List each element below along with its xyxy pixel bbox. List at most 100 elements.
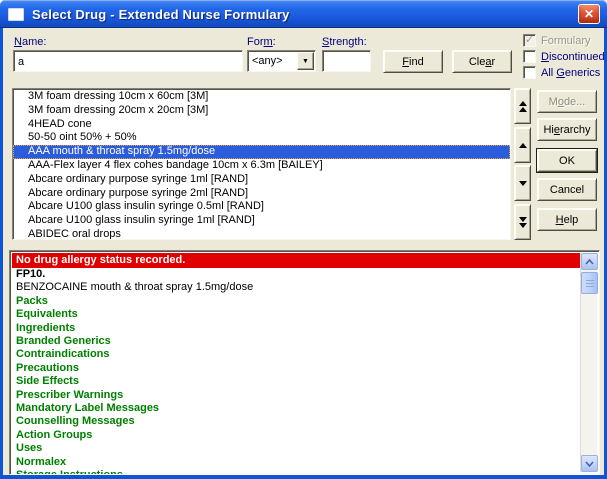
scroll-to-top-button[interactable] [514, 88, 531, 124]
detail-links: Packs Equivalents Ingredients Branded Ge… [12, 295, 580, 475]
select-drug-dialog: Select Drug - Extended Nurse Formulary ✕… [0, 0, 607, 479]
cancel-button[interactable]: Cancel [537, 178, 597, 201]
scroll-down-button[interactable] [514, 165, 531, 201]
drug-list-item-label: 3M foam dressing 10cm x 60cm [3M] [28, 90, 208, 102]
hierarchy-button[interactable]: Hierarchy [537, 118, 597, 141]
detail-link-label: Equivalents [16, 308, 78, 320]
detail-link[interactable]: Ingredients [12, 322, 580, 335]
name-input[interactable] [13, 50, 243, 72]
detail-link[interactable]: Precautions [12, 362, 580, 375]
discontinued-checkbox[interactable] [523, 50, 536, 63]
app-icon [8, 8, 24, 21]
detail-link[interactable]: Packs [12, 295, 580, 308]
drug-list-item-label: 3M foam dressing 20cm x 20cm [3M] [28, 104, 208, 116]
drug-list-item-label: Abcare ordinary purpose syringe 1ml [RAN… [28, 173, 248, 185]
drug-list-item-label: AAA-Flex layer 4 flex cohes bandage 10cm… [28, 159, 323, 171]
drug-list-item-label: AAA mouth & throat spray 1.5mg/dose [28, 145, 215, 157]
drug-list-item[interactable]: ABIDEC oral drops [13, 228, 510, 240]
allergy-alert-text: No drug allergy status recorded. [16, 254, 185, 266]
drug-list-item-label: Abcare ordinary purpose syringe 2ml [RAN… [28, 187, 248, 199]
drug-list-item-label: Abcare U100 glass insulin syringe 0.5ml … [28, 200, 264, 212]
drug-list-item-label: ABIDEC oral drops [28, 228, 121, 240]
scroll-up-button[interactable] [514, 127, 531, 163]
all-generics-checkbox-label: All Generics [541, 67, 600, 79]
detail-link-label: Prescriber Warnings [16, 389, 123, 401]
drug-list-item[interactable]: Abcare ordinary purpose syringe 1ml [RAN… [13, 173, 510, 187]
double-up-arrow-icon [519, 101, 527, 112]
detail-link[interactable]: Counselling Messages [12, 415, 580, 428]
detail-link[interactable]: Mandatory Label Messages [12, 402, 580, 415]
window-title: Select Drug - Extended Nurse Formulary [32, 7, 290, 22]
formulary-checkbox-label: Formulary [541, 35, 591, 47]
drug-list-item[interactable]: 4HEAD cone [13, 118, 510, 132]
detail-link-label: Normalex [16, 456, 66, 468]
allergy-alert-bar: No drug allergy status recorded. [12, 253, 580, 268]
find-button[interactable]: Find [383, 50, 443, 73]
strength-input[interactable] [322, 50, 371, 72]
drug-list-item-label: Abcare U100 glass insulin syringe 1ml [R… [28, 214, 255, 226]
prescription-type: FP10. [12, 268, 580, 281]
detail-link[interactable]: Side Effects [12, 375, 580, 388]
drug-list-item-label: 4HEAD cone [28, 118, 92, 130]
drug-list-item[interactable]: AAA-Flex layer 4 flex cohes bandage 10cm… [13, 159, 510, 173]
drug-list[interactable]: 3M foam dressing 10cm x 60cm [3M] 3M foa… [12, 88, 511, 240]
name-label: Name: [14, 36, 46, 48]
detail-link-label: Packs [16, 295, 48, 307]
chevron-down-icon [585, 461, 594, 467]
drug-list-item[interactable]: Abcare U100 glass insulin syringe 0.5ml … [13, 200, 510, 214]
all-generics-checkbox[interactable] [523, 66, 536, 79]
drug-details-content: FP10. BENZOCAINE mouth & throat spray 1.… [12, 268, 580, 475]
detail-link-label: Mandatory Label Messages [16, 402, 159, 414]
detail-link-label: Counselling Messages [16, 415, 135, 427]
drug-list-item[interactable]: Abcare U100 glass insulin syringe 1ml [R… [13, 214, 510, 228]
strength-label: Strength: [322, 36, 367, 48]
detail-link[interactable]: Storage Instructions [12, 469, 580, 475]
down-arrow-icon [519, 181, 527, 186]
drug-list-item[interactable]: 3M foam dressing 20cm x 20cm [3M] [13, 104, 510, 118]
help-button[interactable]: Help [537, 208, 597, 231]
ok-button[interactable]: OK [537, 149, 597, 172]
form-dropdown-value: <any> [252, 55, 283, 67]
check-icon: ✓ [525, 35, 534, 46]
detail-link-label: Side Effects [16, 375, 79, 387]
detail-link-label: Branded Generics [16, 335, 111, 347]
drug-list-item[interactable]: Abcare ordinary purpose syringe 2ml [RAN… [13, 187, 510, 201]
scroll-to-bottom-button[interactable] [514, 204, 531, 240]
clear-button[interactable]: Clear [452, 50, 512, 73]
chevron-up-icon [585, 259, 594, 265]
detail-link[interactable]: Normalex [12, 456, 580, 469]
form-dropdown-button[interactable]: ▼ [297, 52, 314, 70]
close-icon: ✕ [584, 7, 594, 21]
drug-list-item-label: 50-50 oint 50% + 50% [28, 131, 137, 143]
scrollbar-grip-icon [586, 280, 594, 287]
detail-link[interactable]: Branded Generics [12, 335, 580, 348]
detail-link-label: Precautions [16, 362, 79, 374]
detail-link[interactable]: Contraindications [12, 348, 580, 361]
discontinued-checkbox-label: Discontinued [541, 51, 605, 63]
details-scroll-down-button[interactable] [581, 455, 598, 472]
detail-link[interactable]: Equivalents [12, 308, 580, 321]
double-down-arrow-icon [519, 217, 527, 228]
form-dropdown[interactable]: <any> ▼ [247, 50, 316, 72]
detail-link-label: Contraindications [16, 348, 110, 360]
drug-details-panel: No drug allergy status recorded. FP10. B… [9, 250, 600, 475]
detail-link[interactable]: Action Groups [12, 429, 580, 442]
mode-button: Mode... [537, 90, 597, 113]
details-scrollbar[interactable] [580, 253, 597, 472]
details-scrollbar-thumb[interactable] [581, 272, 598, 294]
detail-link-label: Ingredients [16, 322, 75, 334]
titlebar[interactable]: Select Drug - Extended Nurse Formulary ✕ [0, 0, 607, 28]
drug-list-item[interactable]: 50-50 oint 50% + 50% [13, 131, 510, 145]
detail-link-label: Action Groups [16, 429, 92, 441]
detail-link[interactable]: Prescriber Warnings [12, 389, 580, 402]
detail-link[interactable]: Uses [12, 442, 580, 455]
detail-link-label: Uses [16, 442, 42, 454]
up-arrow-icon [519, 143, 527, 148]
close-button[interactable]: ✕ [578, 4, 600, 24]
details-scroll-up-button[interactable] [581, 253, 598, 270]
selected-drug-generic-name: BENZOCAINE mouth & throat spray 1.5mg/do… [12, 281, 580, 294]
drug-list-item[interactable]: AAA mouth & throat spray 1.5mg/dose [13, 145, 510, 159]
dialog-body: Name: Form: Strength: <any> ▼ Find Clear… [3, 28, 604, 475]
formulary-checkbox: ✓ [523, 34, 536, 47]
drug-list-item[interactable]: 3M foam dressing 10cm x 60cm [3M] [13, 90, 510, 104]
